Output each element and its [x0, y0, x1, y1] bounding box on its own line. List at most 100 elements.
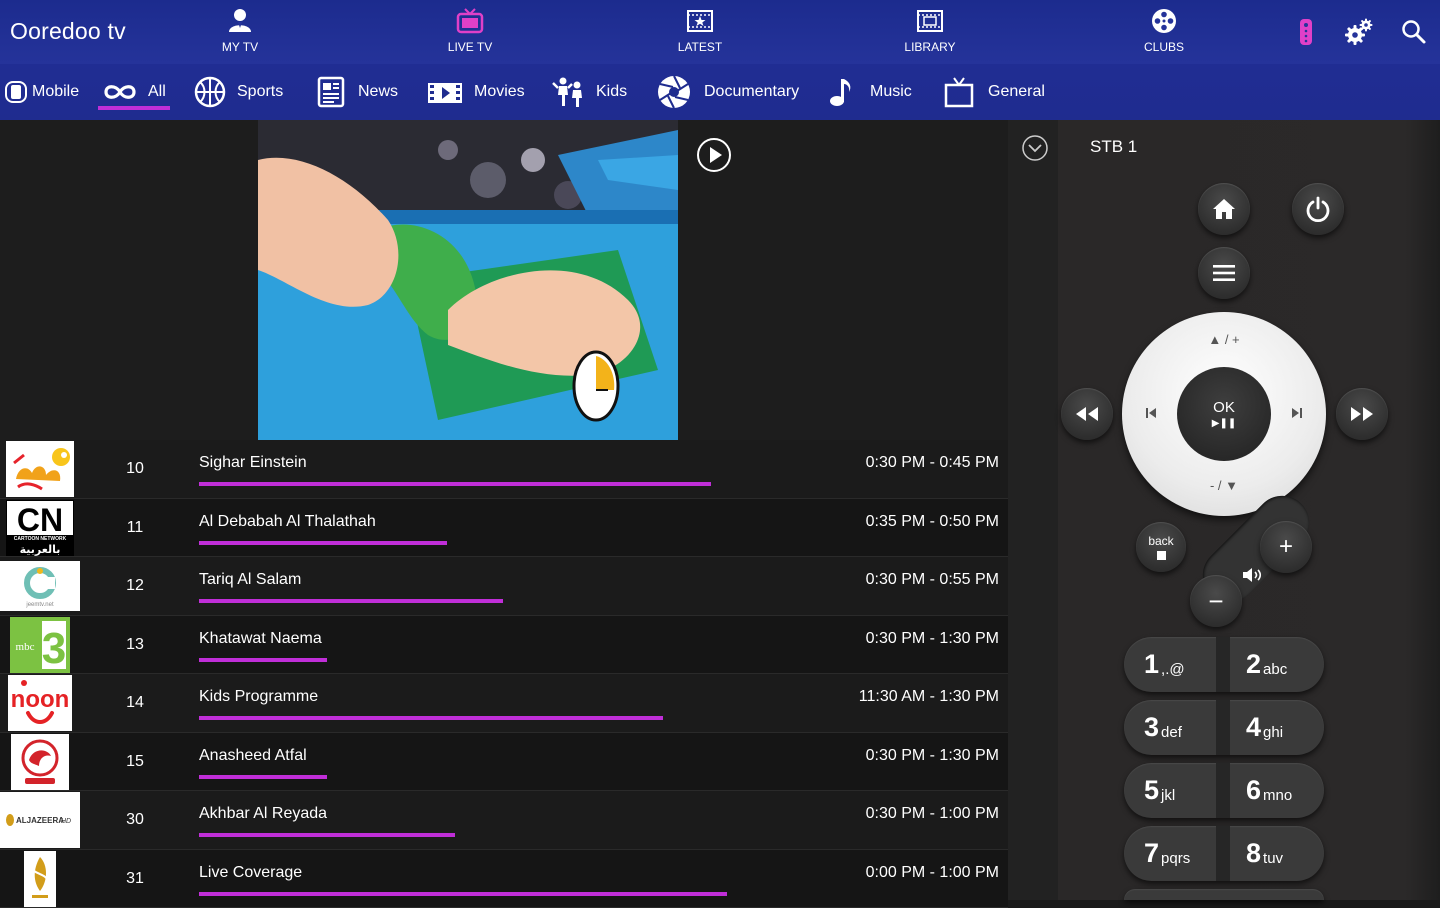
prev-button[interactable]	[1136, 398, 1166, 428]
channel-logo-cell	[0, 733, 80, 791]
channel-row[interactable]: 15 Anasheed Atfal 0:30 PM - 1:30 PM	[0, 733, 1008, 792]
channel-down-button[interactable]: - / ▼	[1194, 472, 1254, 498]
nav-latest[interactable]: LATEST	[640, 6, 760, 58]
nav-live-tv[interactable]: LIVE TV	[410, 6, 530, 58]
program-title: Al Debabah Al Thalathah	[199, 513, 376, 531]
channel-logo-cell	[0, 440, 80, 498]
next-button[interactable]	[1282, 398, 1312, 428]
film-strip-icon	[915, 6, 945, 36]
keypad-row-partial	[1124, 889, 1324, 900]
program-time: 0:30 PM - 0:45 PM	[866, 454, 999, 472]
nav-library-label: LIBRARY	[870, 40, 990, 54]
program-title: Khatawat Naema	[199, 630, 322, 648]
power-button[interactable]	[1292, 183, 1344, 235]
dpad: ▲ / + - / ▼ OK ▶︎❚❚	[1122, 312, 1326, 516]
channel-row[interactable]: ALJAZEERA HD 30 Akhbar Al Reyada 0:30 PM…	[0, 791, 1008, 850]
video-frame	[258, 120, 678, 440]
settings-icon[interactable]	[1343, 16, 1375, 48]
program-time: 0:30 PM - 1:00 PM	[866, 805, 999, 823]
svg-text:بالعربية: بالعربية	[20, 543, 61, 556]
svg-text:CARTOON NETWORK: CARTOON NETWORK	[14, 536, 67, 542]
category-mobile[interactable]: Mobile	[4, 64, 79, 120]
rewind-button[interactable]	[1061, 388, 1113, 440]
category-sports-label: Sports	[237, 83, 283, 101]
play-icon[interactable]	[696, 137, 732, 173]
program-progress	[199, 833, 455, 837]
program-progress	[199, 658, 327, 662]
category-music[interactable]: Music	[826, 64, 912, 120]
key-7[interactable]: 7pqrs	[1144, 826, 1236, 881]
remote-icon[interactable]	[1290, 16, 1322, 48]
channel-number: 14	[110, 694, 160, 712]
star-film-icon	[685, 6, 715, 36]
svg-text:HD: HD	[61, 818, 71, 825]
volume-icon	[1242, 567, 1264, 583]
svg-text:noon: noon	[11, 686, 70, 713]
tv-icon	[455, 6, 485, 36]
channel-up-button[interactable]: ▲ / +	[1194, 326, 1254, 352]
music-note-icon	[826, 75, 860, 109]
category-documentary-label: Documentary	[704, 83, 799, 101]
channel-number: 10	[110, 460, 160, 478]
svg-text:3: 3	[42, 624, 66, 673]
volume-up-button[interactable]: +	[1260, 521, 1312, 573]
user-icon	[225, 6, 255, 36]
remote-panel: STB 1 ▲ / + - / ▼	[1008, 120, 1440, 900]
channel-row[interactable]: jeemtv.net 12 Tariq Al Salam 0:30 PM - 0…	[0, 557, 1008, 616]
key-1[interactable]: 1,.@	[1144, 637, 1236, 692]
category-all[interactable]: All	[102, 64, 166, 120]
search-icon[interactable]	[1398, 16, 1430, 48]
stb-label: STB 1	[1090, 137, 1137, 157]
menu-button[interactable]	[1198, 247, 1250, 299]
chevron-down-icon[interactable]	[1021, 134, 1049, 162]
channel-row[interactable]: 31 Live Coverage 0:00 PM - 1:00 PM	[0, 850, 1008, 908]
channel-number: 12	[110, 577, 160, 595]
fast-forward-button[interactable]	[1336, 388, 1388, 440]
stop-icon	[1157, 551, 1166, 560]
clapper-icon	[426, 75, 464, 109]
program-title: Kids Programme	[199, 688, 318, 706]
category-movies[interactable]: Movies	[426, 64, 525, 120]
aljazeera-hd-logo: ALJAZEERA HD	[0, 792, 80, 848]
category-general[interactable]: General	[942, 64, 1045, 120]
category-sports[interactable]: Sports	[193, 64, 283, 120]
key-2[interactable]: 2abc	[1246, 637, 1338, 692]
key-6[interactable]: 6mno	[1246, 763, 1338, 818]
menu-icon	[1211, 262, 1237, 284]
channel-row[interactable]: noon 14 Kids Programme 11:30 AM - 1:30 P…	[0, 674, 1008, 733]
program-time: 0:35 PM - 0:50 PM	[866, 513, 999, 531]
program-title: Anasheed Atfal	[199, 747, 307, 765]
key-4[interactable]: 4ghi	[1246, 700, 1338, 755]
key-3[interactable]: 3def	[1144, 700, 1236, 755]
nav-library[interactable]: LIBRARY	[870, 6, 990, 58]
volume-down-button[interactable]: −	[1190, 575, 1242, 627]
keypad-row: 1,.@ 2abc	[1124, 637, 1324, 692]
home-button[interactable]	[1198, 183, 1250, 235]
category-documentary[interactable]: Documentary	[656, 64, 799, 120]
channel-logo-cell: ALJAZEERA HD	[0, 791, 80, 849]
video-preview[interactable]	[258, 120, 678, 440]
key-5[interactable]: 5jkl	[1144, 763, 1236, 818]
program-title: Sighar Einstein	[199, 454, 307, 472]
key-8[interactable]: 8tuv	[1246, 826, 1338, 881]
camera-shutter-icon	[656, 74, 692, 110]
channel-list: 10 Sighar Einstein 0:30 PM - 0:45 PM CN …	[0, 440, 1008, 908]
category-news[interactable]: News	[314, 64, 398, 120]
ok-button[interactable]: OK ▶︎❚❚	[1177, 367, 1271, 461]
category-movies-label: Movies	[474, 83, 525, 101]
program-time: 0:30 PM - 1:30 PM	[866, 630, 999, 648]
nav-clubs[interactable]: CLUBS	[1104, 6, 1224, 58]
program-time: 0:00 PM - 1:00 PM	[866, 864, 999, 882]
program-time: 0:30 PM - 1:30 PM	[866, 747, 999, 765]
remote-shade	[1008, 120, 1058, 900]
back-button[interactable]: back	[1136, 522, 1186, 572]
channel-row[interactable]: 3 mbc 13 Khatawat Naema 0:30 PM - 1:30 P…	[0, 616, 1008, 675]
back-label: back	[1148, 534, 1173, 548]
channel-row[interactable]: 10 Sighar Einstein 0:30 PM - 0:45 PM	[0, 440, 1008, 499]
nav-clubs-label: CLUBS	[1104, 40, 1224, 54]
nav-my-tv[interactable]: MY TV	[180, 6, 300, 58]
jeem-logo: jeemtv.net	[0, 561, 80, 611]
channel-logo-cell: 3 mbc	[0, 616, 80, 674]
channel-row[interactable]: CN CARTOON NETWORK بالعربية 11 Al Debaba…	[0, 499, 1008, 558]
category-kids[interactable]: Kids	[552, 64, 627, 120]
